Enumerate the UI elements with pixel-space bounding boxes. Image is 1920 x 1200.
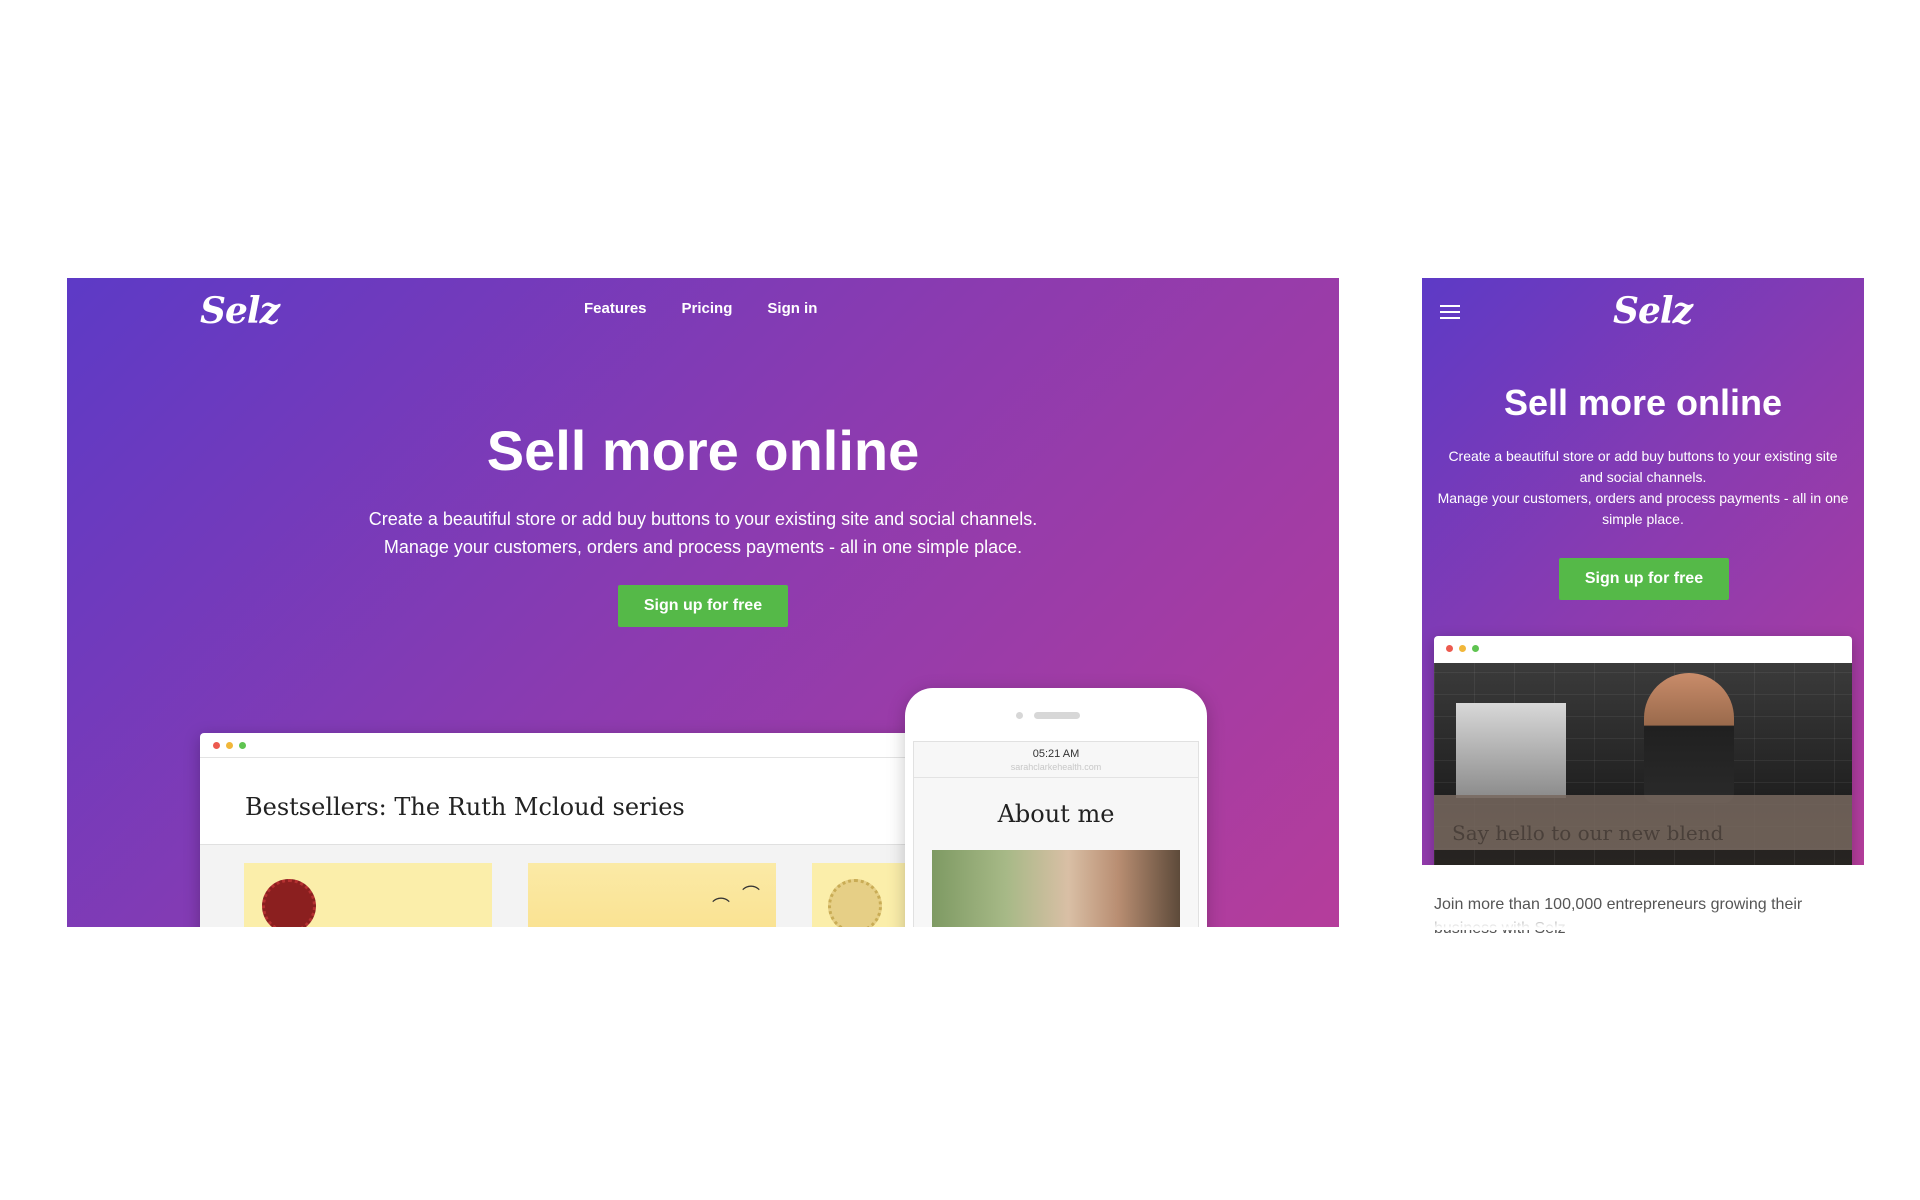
signup-button[interactable]: Sign up for free — [1559, 558, 1729, 600]
nav-features[interactable]: Features — [584, 300, 647, 317]
selz-logo[interactable]: Selz — [200, 290, 280, 332]
signup-button[interactable]: Sign up for free — [618, 585, 788, 627]
camera-icon — [1016, 712, 1023, 719]
browser-mockup: Say hello to our new blend — [1434, 636, 1852, 865]
about-heading: About me — [997, 800, 1115, 828]
window-controls — [213, 742, 246, 749]
hero-subtitle-line-2: Manage your customers, orders and proces… — [1437, 490, 1849, 527]
product-card: ⌒ ⌒ — [528, 863, 776, 927]
bird-icon: ⌒ — [712, 897, 730, 917]
hero-subtitle-line-2: Manage your customers, orders and proces… — [383, 537, 1023, 557]
phone-url: sarahclarkehealth.com — [1010, 762, 1102, 772]
browser-mockup: Bestsellers: The Ruth Mcloud series ⌒ ⌒ — [200, 733, 1060, 927]
hero-title: Sell more online — [486, 419, 920, 482]
portrait-photo — [932, 850, 1180, 927]
top-nav: Features Pricing Sign in — [584, 300, 817, 317]
nav-sign-in[interactable]: Sign in — [767, 300, 817, 317]
award-seal-icon — [262, 879, 316, 927]
barista — [1644, 673, 1734, 803]
product-card — [244, 863, 492, 927]
speaker-icon — [1034, 712, 1080, 719]
bird-icon: ⌒ — [742, 885, 760, 905]
window-controls — [1446, 645, 1479, 652]
hero-title: Sell more online — [1503, 382, 1783, 423]
phone-time: 05:21 AM — [1032, 748, 1080, 760]
phone-mockup: 05:21 AM sarahclarkehealth.com About me — [905, 688, 1207, 927]
phone-screen: 05:21 AM sarahclarkehealth.com About me — [913, 741, 1199, 927]
winner-seal-icon — [828, 879, 882, 927]
mobile-preview: Selz Sell more online Create a beautiful… — [1422, 278, 1864, 865]
hero-subtitle: Create a beautiful store or add buy butt… — [1436, 446, 1850, 530]
store-heading: Bestsellers: The Ruth Mcloud series — [245, 793, 685, 821]
nav-pricing[interactable]: Pricing — [682, 300, 733, 317]
hero-subtitle: Create a beautiful store or add buy butt… — [67, 505, 1339, 561]
hero-subtitle-line-1: Create a beautiful store or add buy butt… — [1448, 448, 1838, 485]
desktop-preview: Selz Features Pricing Sign in Sell more … — [67, 278, 1339, 927]
hero-subtitle-line-1: Create a beautiful store or add buy butt… — [368, 509, 1038, 529]
selz-logo[interactable]: Selz — [1613, 290, 1693, 332]
coffee-machine — [1456, 703, 1566, 798]
blend-caption: Say hello to our new blend — [1452, 821, 1724, 845]
hamburger-menu-icon[interactable] — [1440, 305, 1462, 321]
